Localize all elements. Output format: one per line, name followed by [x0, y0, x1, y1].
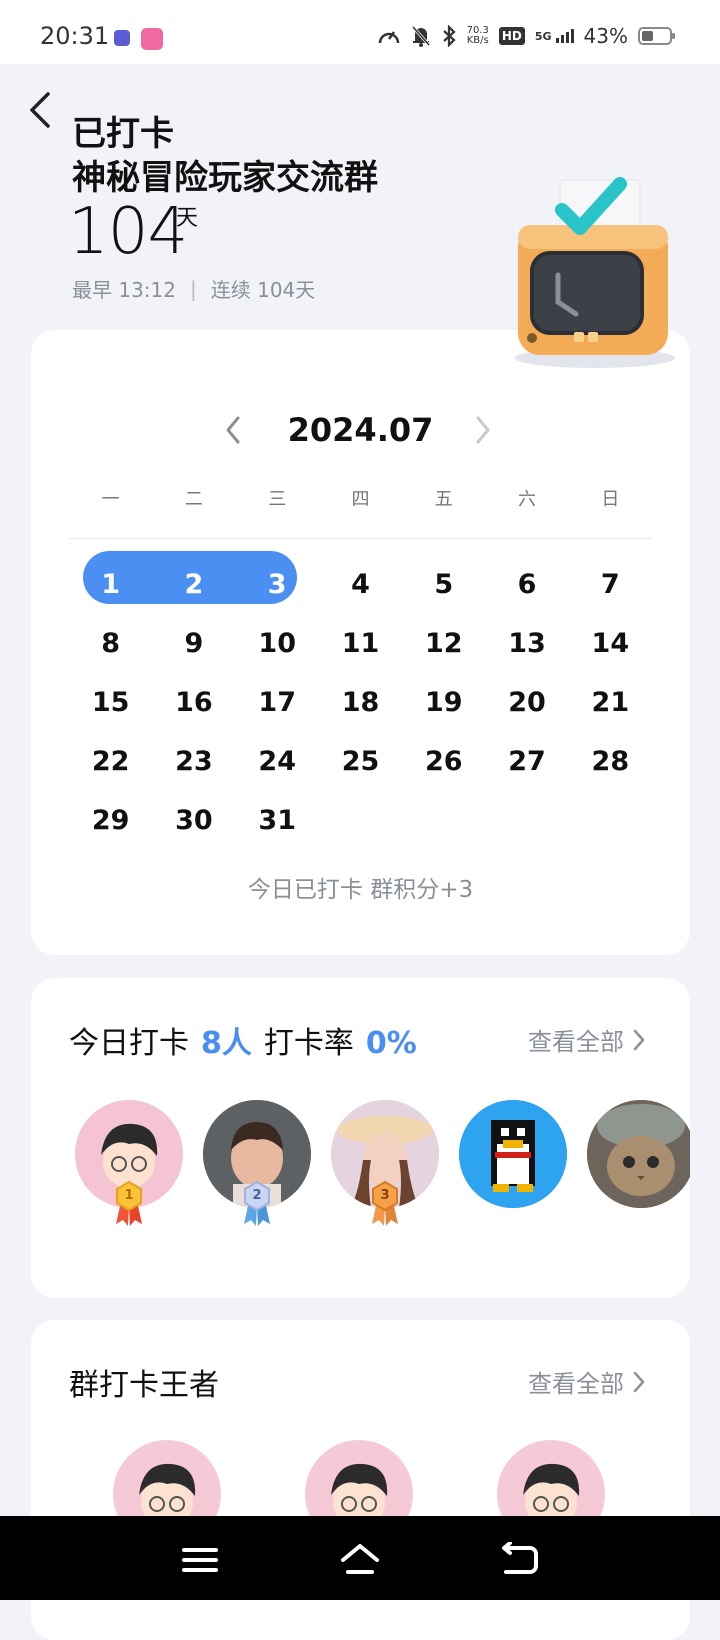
- battery-icon: [638, 27, 675, 45]
- days-unit: 天: [176, 206, 199, 231]
- calendar-day[interactable]: 1: [69, 569, 152, 600]
- calendar-day[interactable]: 12: [402, 628, 485, 659]
- calendar-day[interactable]: 25: [319, 746, 402, 777]
- group-name: 神秘冒险玩家交流群: [72, 158, 378, 198]
- bell-muted-icon: [411, 26, 430, 47]
- menu-icon[interactable]: [180, 1542, 220, 1578]
- checkin-status-title: 已打卡: [72, 114, 174, 154]
- today-checkin-avatars: 1 2 3: [75, 1100, 690, 1230]
- calendar-day[interactable]: 19: [402, 687, 485, 718]
- calendar-day[interactable]: 11: [319, 628, 402, 659]
- speedometer-icon: [378, 31, 399, 44]
- calendar-day[interactable]: 20: [485, 687, 568, 718]
- calendar-day[interactable]: 27: [485, 746, 568, 777]
- stats-separator: |: [190, 276, 197, 301]
- bluetooth-icon: [442, 25, 456, 47]
- system-nav-bar: [0, 1516, 720, 1600]
- today-checkin-summary: 今日打卡 8人 打卡率 0%: [69, 1018, 417, 1062]
- checkin-rate-value: 0%: [365, 1026, 417, 1061]
- app-badge-pink-icon: [141, 28, 163, 50]
- today-checkin-card: 今日打卡 8人 打卡率 0% 查看全部 1 2 3: [31, 978, 690, 1298]
- weekday-label: 一: [101, 489, 120, 510]
- avatar[interactable]: [459, 1100, 567, 1208]
- calendar-week-row: 8 9 10 11 12 13 14: [69, 614, 652, 673]
- calendar-grid: 1 2 3 4 5 6 7 8 9 10 11 12 13 14 15 16 17 18 19 20 21 22 23 24 2…: [69, 555, 652, 850]
- rank-medal-silver: 2: [242, 1180, 272, 1226]
- weekday-label: 六: [518, 489, 537, 510]
- weekday-label: 四: [351, 489, 370, 510]
- calendar-week-row: 29 30 31: [69, 791, 652, 850]
- today-checkin-count: 8人: [201, 1026, 252, 1061]
- streak-days: 连续 104天: [210, 278, 316, 302]
- calendar-day[interactable]: 22: [69, 746, 152, 777]
- calendar-day[interactable]: 24: [236, 746, 319, 777]
- calendar-day[interactable]: 18: [319, 687, 402, 718]
- calendar-day[interactable]: 26: [402, 746, 485, 777]
- avatar[interactable]: [587, 1100, 690, 1208]
- calendar-day[interactable]: 15: [69, 687, 152, 718]
- calendar-day[interactable]: 28: [569, 746, 652, 777]
- network-speed: 70.3 KB/s: [466, 25, 489, 46]
- view-all-today-link[interactable]: 查看全部: [528, 1022, 646, 1057]
- calendar-day[interactable]: 13: [485, 628, 568, 659]
- weekday-label: 二: [184, 489, 203, 510]
- today-checkin-note: 今日已打卡 群积分+3: [247, 877, 474, 903]
- calendar-day[interactable]: 16: [152, 687, 235, 718]
- calendar-day[interactable]: 4: [319, 569, 402, 600]
- calendar-card: 2024.07 一 二 三 四 五 六 日 1 2 3 4 5 6 7 8 9 10 11 12 13 1…: [31, 330, 690, 955]
- earliest-time: 最早 13:12: [72, 278, 176, 302]
- checkin-box-illustration: [515, 177, 675, 368]
- checkin-king-title: 群打卡王者: [69, 1368, 219, 1403]
- status-time: 20:31: [40, 22, 110, 50]
- rank-medal-gold: 1: [114, 1180, 144, 1226]
- calendar-week-row: 15 16 17 18 19 20 21: [69, 673, 652, 732]
- weekday-label: 五: [434, 489, 453, 510]
- calendar-day[interactable]: 21: [569, 687, 652, 718]
- view-all-king-link[interactable]: 查看全部: [528, 1364, 646, 1399]
- rank-medal-bronze: 3: [370, 1180, 400, 1226]
- back-icon[interactable]: [500, 1542, 540, 1578]
- calendar-day[interactable]: 2: [152, 569, 235, 600]
- calendar-day[interactable]: 17: [236, 687, 319, 718]
- hd-badge: HD: [498, 27, 525, 45]
- app-badge-icon: [114, 30, 130, 46]
- checkin-stats-line: 最早 13:12 | 连续 104天: [72, 274, 315, 303]
- home-icon[interactable]: [340, 1542, 380, 1578]
- back-arrow-icon[interactable]: [26, 90, 56, 130]
- chevron-right-icon: [633, 1029, 645, 1050]
- weekday-label: 三: [268, 489, 287, 510]
- calendar-day[interactable]: 31: [236, 805, 319, 836]
- checkin-days-count: 104: [68, 195, 188, 269]
- calendar-day[interactable]: 8: [69, 628, 152, 659]
- battery-percent: 43%: [583, 24, 628, 48]
- calendar-day[interactable]: 10: [236, 628, 319, 659]
- calendar-week-row: 1234567: [69, 555, 652, 614]
- calendar-day[interactable]: 5: [402, 569, 485, 600]
- calendar-day[interactable]: 7: [569, 569, 652, 600]
- status-bar: 20:31 70.3 KB/s HD 5G 43%: [0, 0, 720, 64]
- chevron-right-icon: [633, 1371, 645, 1392]
- weekday-header: 一 二 三 四 五 六 日: [69, 485, 652, 511]
- calendar-day[interactable]: 29: [69, 805, 152, 836]
- calendar-day[interactable]: 14: [569, 628, 652, 659]
- weekday-label: 日: [601, 489, 620, 510]
- calendar-day[interactable]: 9: [152, 628, 235, 659]
- signal-icon: 5G: [535, 29, 574, 43]
- calendar-day[interactable]: 30: [152, 805, 235, 836]
- calendar-day[interactable]: 6: [485, 569, 568, 600]
- next-month-chevron-icon[interactable]: [471, 412, 495, 448]
- calendar-day[interactable]: 3: [236, 569, 319, 600]
- today-checkin-label: 今日打卡: [69, 1026, 189, 1061]
- calendar-divider: [69, 538, 652, 539]
- calendar-day[interactable]: 23: [152, 746, 235, 777]
- calendar-week-row: 22 23 24 25 26 27 28: [69, 732, 652, 791]
- month-label: 2024.07: [287, 411, 434, 449]
- checkin-rate-label: 打卡率: [263, 1026, 354, 1061]
